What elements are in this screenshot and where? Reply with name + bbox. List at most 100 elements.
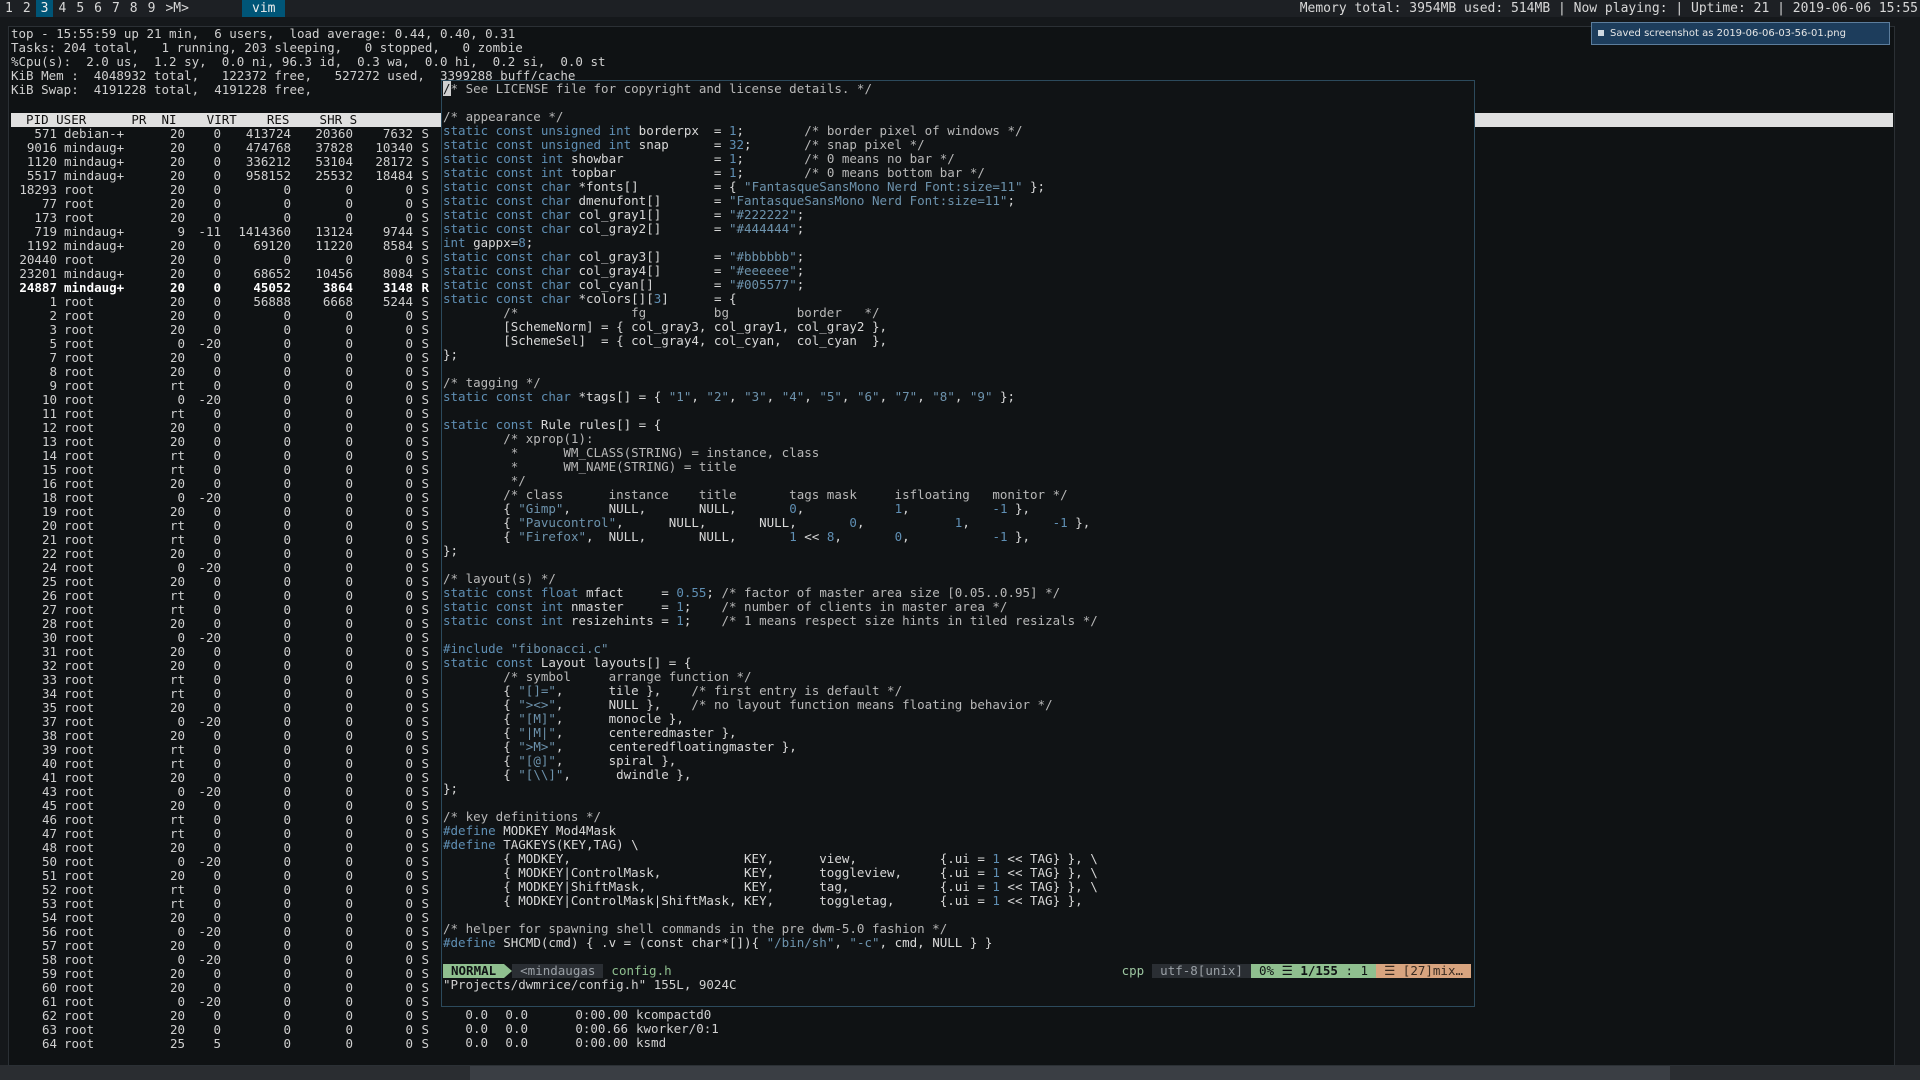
code-token: << (796, 529, 827, 544)
process-user: root (64, 994, 95, 1009)
code-token: , (902, 529, 993, 544)
process-pid: 9016 (26, 140, 57, 155)
process-pr: 20 (169, 658, 185, 673)
process-pr: rt (169, 448, 185, 463)
process-row: 1120 mindaug+ 20 0 336212 53104 28172 S (11, 155, 429, 169)
vim-window[interactable]: /* See LICENSE file for copyright and li… (441, 80, 1475, 1007)
tag-10[interactable]: >M> (160, 0, 193, 17)
process-shr: 0 (405, 196, 413, 211)
process-ni: 0 (213, 252, 221, 267)
code-token: -1 (1052, 515, 1068, 530)
process-shr: 0 (405, 364, 413, 379)
process-row: 16 root 20 0 0 0 0 S (11, 477, 429, 491)
code-token: , cmd, NULL } } (879, 935, 993, 950)
process-pr: 20 (169, 154, 185, 169)
process-res: 0 (345, 896, 353, 911)
process-res: 0 (345, 420, 353, 435)
code-token: 1 (992, 865, 1000, 880)
process-pid: 7 (49, 350, 57, 365)
process-row: 1192 mindaug+ 20 0 69120 11220 8584 S (11, 239, 429, 253)
process-user: root (64, 728, 95, 743)
process-cmd: kworker/0:1 (636, 1021, 719, 1036)
process-cpu: 0.0 (465, 1007, 488, 1022)
process-virt: 0 (283, 504, 291, 519)
tag-8[interactable]: 8 (125, 0, 143, 17)
process-ni: 0 (213, 728, 221, 743)
process-user: root (64, 574, 95, 589)
tag-3[interactable]: 3 (35, 0, 54, 17)
process-virt: 0 (283, 980, 291, 995)
desktop-wallpaper (0, 1065, 1920, 1080)
tag-4[interactable]: 4 (53, 0, 71, 17)
process-pid: 30 (41, 630, 57, 645)
process-pid: 24 (41, 560, 57, 575)
code-token: /* no layout function means floating beh… (691, 697, 1053, 712)
code-line: { ">M>", centeredfloatingmaster }, (443, 740, 1472, 754)
process-virt: 0 (283, 350, 291, 365)
top-summary-uptime: top - 15:55:59 up 21 min, 6 users, load … (11, 26, 516, 41)
code-token: 1 (992, 851, 1000, 866)
process-user: root (64, 742, 95, 757)
top-summary-tasks: Tasks: 204 total, 1 running, 203 sleepin… (11, 40, 523, 55)
code-token: }, (1007, 529, 1031, 544)
process-pr: rt (169, 462, 185, 477)
code-line: #define SHCMD(cmd) { .v = (const char*[]… (443, 936, 1472, 950)
process-pr: 0 (177, 630, 185, 645)
process-shr: 0 (405, 252, 413, 267)
process-user: root (64, 826, 95, 841)
code-token: static const (443, 655, 541, 670)
process-user: root (64, 462, 95, 477)
vim-buffer[interactable]: /* See LICENSE file for copyright and li… (443, 81, 1472, 950)
tag-5[interactable]: 5 (71, 0, 89, 17)
process-res: 0 (345, 966, 353, 981)
process-row: 14 root rt 0 0 0 0 S (11, 449, 429, 463)
code-line: static const char col_gray1[] = "#222222… (443, 208, 1472, 222)
process-pr: rt (169, 756, 185, 771)
code-token: { (443, 711, 519, 726)
process-s: S (421, 924, 429, 939)
process-virt: 0 (283, 882, 291, 897)
process-s: S (421, 798, 429, 813)
process-virt: 474768 (245, 140, 291, 155)
code-token: /* symbol arrange function */ (443, 669, 752, 684)
process-res: 0 (345, 308, 353, 323)
code-line: [SchemeNorm] = { col_gray3, col_gray1, c… (443, 320, 1472, 334)
process-shr: 0 (405, 532, 413, 547)
process-ni: 0 (213, 350, 221, 365)
process-res: 0 (345, 882, 353, 897)
process-user: mindaug+ (64, 280, 125, 295)
process-pr: 20 (169, 770, 185, 785)
tag-1[interactable]: 1 (0, 0, 18, 17)
process-pr: 20 (169, 280, 185, 295)
process-ni: -20 (198, 924, 221, 939)
tag-9[interactable]: 9 (143, 0, 161, 17)
process-pr: rt (169, 882, 185, 897)
process-ni: 0 (213, 1008, 221, 1023)
process-ni: 0 (213, 168, 221, 183)
process-pr: 20 (169, 574, 185, 589)
process-shr: 28172 (375, 154, 413, 169)
process-user: root (64, 644, 95, 659)
process-shr: 0 (405, 686, 413, 701)
process-res: 20360 (315, 126, 353, 141)
code-line: static const char *colors[][3] = { (443, 292, 1472, 306)
process-virt: 0 (283, 532, 291, 547)
process-s: S (421, 644, 429, 659)
code-token: snap = (638, 137, 729, 152)
process-user: root (64, 784, 95, 799)
tag-6[interactable]: 6 (89, 0, 107, 17)
code-line: static const char dmenufont[] = "Fantasq… (443, 194, 1472, 208)
process-pr: 20 (169, 364, 185, 379)
process-shr: 0 (405, 924, 413, 939)
code-token: 0.55 (676, 585, 707, 600)
process-user: root (64, 476, 95, 491)
process-mem: 0.0 (505, 1007, 528, 1022)
process-virt: 0 (283, 994, 291, 1009)
notification-popup[interactable]: Saved screenshot as 2019-06-06-03-56-01.… (1591, 22, 1890, 45)
tag-2[interactable]: 2 (18, 0, 36, 17)
process-pr: 25 (169, 1036, 185, 1051)
process-virt: 0 (283, 700, 291, 715)
process-ni: 0 (213, 980, 221, 995)
tag-7[interactable]: 7 (107, 0, 125, 17)
